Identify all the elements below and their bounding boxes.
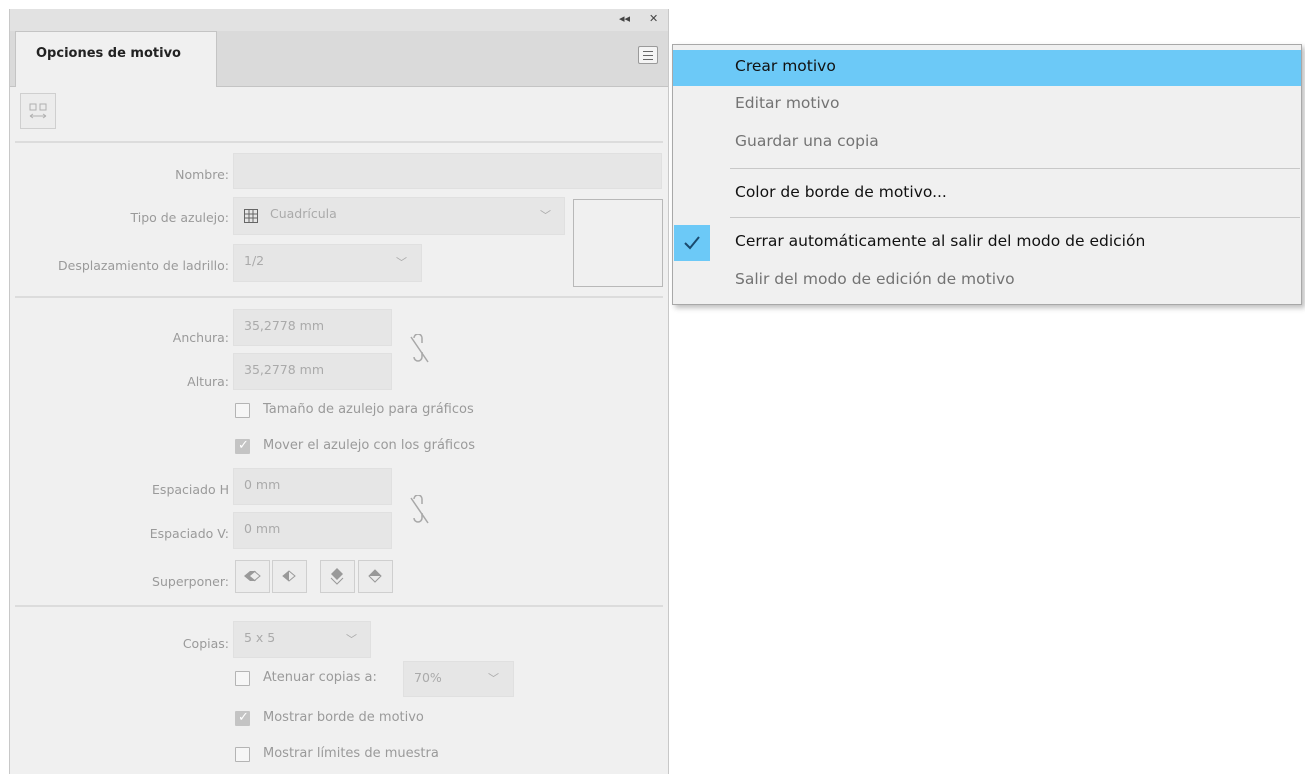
menu-item-editar-motivo[interactable]: Editar motivo xyxy=(673,87,1301,123)
menu-separator xyxy=(730,217,1300,218)
desplazamiento-dropdown[interactable]: 1/2 ﹀ xyxy=(233,244,422,282)
overlap-right-front-button[interactable] xyxy=(272,560,307,593)
close-icon[interactable]: ✕ xyxy=(649,12,658,25)
copias-dropdown[interactable]: 5 x 5 ﹀ xyxy=(233,621,371,658)
mostrar-borde-checkbox[interactable] xyxy=(235,710,250,726)
tab-label: Opciones de motivo xyxy=(36,46,181,61)
tipo-azulejo-value: Cuadrícula xyxy=(270,206,337,221)
anchura-field[interactable]: 35,2778 mm xyxy=(233,309,392,346)
fit-tile-icon xyxy=(29,103,47,119)
espaciado-h-label: Espaciado H xyxy=(152,482,229,497)
divider xyxy=(15,605,663,607)
collapse-icon[interactable]: ◂◂ xyxy=(619,12,630,25)
tab-pattern-options[interactable]: Opciones de motivo xyxy=(15,31,217,87)
overlap-bottom-icon xyxy=(368,569,382,583)
atenuar-label: Atenuar copias a: xyxy=(263,670,377,685)
espaciado-v-label: Espaciado V: xyxy=(149,526,229,541)
nombre-field[interactable] xyxy=(233,153,662,189)
fit-tile-button[interactable] xyxy=(20,93,56,129)
altura-label: Altura: xyxy=(187,374,229,389)
superponer-label: Superponer: xyxy=(152,574,229,589)
tipo-azulejo-label: Tipo de azulejo: xyxy=(130,210,229,225)
divider xyxy=(15,296,663,298)
nombre-label: Nombre: xyxy=(175,167,229,182)
menu-item-color-borde[interactable]: Color de borde de motivo... xyxy=(673,176,1301,212)
overlap-right-icon xyxy=(282,570,296,582)
chevron-down-icon: ﹀ xyxy=(488,672,499,685)
atenuar-value: 70% xyxy=(414,670,442,685)
chevron-down-icon: ﹀ xyxy=(540,209,551,222)
pattern-options-panel: ◂◂ ✕ Opciones de motivo Nombre: Tipo de … xyxy=(9,9,669,774)
overlap-left-front-button[interactable] xyxy=(235,560,270,593)
broken-link-icon[interactable] xyxy=(408,334,436,364)
tamano-checkbox[interactable] xyxy=(235,403,250,418)
overlap-bottom-front-button[interactable] xyxy=(358,560,393,593)
espaciado-v-field[interactable]: 0 mm xyxy=(233,512,392,549)
mover-label: Mover el azulejo con los gráficos xyxy=(263,438,475,453)
chevron-down-icon: ﹀ xyxy=(396,256,407,269)
menu-item-guardar-copia[interactable]: Guardar una copia xyxy=(673,125,1301,161)
tamano-label: Tamaño de azulejo para gráficos xyxy=(263,402,474,417)
divider xyxy=(15,141,663,143)
copias-value: 5 x 5 xyxy=(244,630,276,645)
mostrar-limites-checkbox[interactable] xyxy=(235,747,250,762)
anchura-label: Anchura: xyxy=(172,330,229,345)
mostrar-limites-label: Mostrar límites de muestra xyxy=(263,746,439,761)
atenuar-dropdown[interactable]: 70% ﹀ xyxy=(403,661,514,697)
grid-tile-icon xyxy=(244,209,258,223)
menu-item-crear-motivo[interactable]: Crear motivo xyxy=(673,50,1301,86)
atenuar-checkbox[interactable] xyxy=(235,671,250,686)
tile-preview-swatch xyxy=(573,199,663,287)
hamburger-menu-icon[interactable] xyxy=(638,46,658,64)
tipo-azulejo-dropdown[interactable]: Cuadrícula ﹀ xyxy=(233,197,565,235)
menu-separator xyxy=(730,168,1300,169)
overlap-top-front-button[interactable] xyxy=(320,560,355,593)
chevron-down-icon: ﹀ xyxy=(346,633,357,646)
broken-link-icon[interactable] xyxy=(408,495,436,525)
panel-flyout-menu: Crear motivo Editar motivo Guardar una c… xyxy=(672,44,1302,305)
altura-field[interactable]: 35,2778 mm xyxy=(233,353,392,390)
desplazamiento-label: Desplazamiento de ladrillo: xyxy=(58,258,229,273)
menu-item-cerrar-automaticamente[interactable]: Cerrar automáticamente al salir del modo… xyxy=(673,225,1301,261)
mover-checkbox[interactable] xyxy=(235,438,250,454)
mostrar-borde-label: Mostrar borde de motivo xyxy=(263,710,424,725)
copias-label: Copias: xyxy=(182,636,229,651)
desplazamiento-value: 1/2 xyxy=(244,253,265,268)
overlap-top-icon xyxy=(330,568,344,585)
panel-titlebar: ◂◂ ✕ xyxy=(10,9,668,31)
espaciado-h-field[interactable]: 0 mm xyxy=(233,468,392,505)
overlap-left-icon xyxy=(244,570,261,582)
menu-item-salir-modo-edicion[interactable]: Salir del modo de edición de motivo xyxy=(673,263,1301,299)
